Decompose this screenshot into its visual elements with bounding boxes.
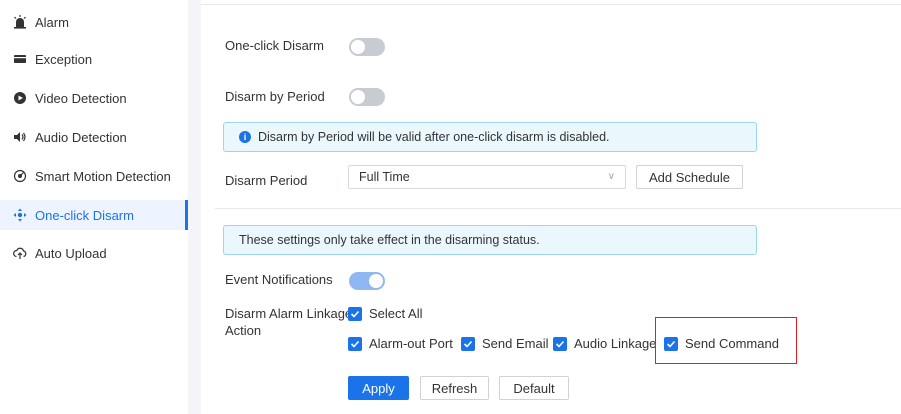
checkmark-icon [348,336,362,351]
layout-gutter [188,0,201,414]
disarm-period-value: Full Time [359,170,410,184]
sidebar-item-smart-motion-detection[interactable]: Smart Motion Detection [0,161,188,191]
chevron-down-icon: ∨ [607,171,615,182]
toggle-knob [351,40,365,54]
upload-cloud-icon [13,246,27,260]
checkmark-icon [553,336,567,351]
video-detection-icon [13,91,27,105]
checkmark-icon [461,336,475,351]
alarm-siren-icon [13,15,27,29]
one-click-disarm-toggle[interactable] [349,38,385,56]
sidebar-item-label: One-click Disarm [35,207,134,223]
sidebar-item-alarm[interactable]: Alarm [0,7,188,37]
main-panel: One-click Disarm Disarm by Period i Disa… [201,0,901,414]
default-button[interactable]: Default [499,376,569,400]
add-schedule-button[interactable]: Add Schedule [636,165,743,189]
top-divider [201,4,901,5]
checkbox-label: Alarm-out Port [369,336,453,351]
one-click-disarm-label: One-click Disarm [225,38,324,53]
alarm-out-port-checkbox[interactable]: Alarm-out Port [348,336,453,351]
refresh-button[interactable]: Refresh [420,376,489,400]
highlight-box [655,317,797,364]
sidebar-item-label: Smart Motion Detection [35,168,171,184]
toggle-knob [369,274,383,288]
sidebar-item-audio-detection[interactable]: Audio Detection [0,122,188,152]
period-notice-text: Disarm by Period will be valid after one… [258,130,610,144]
linkage-label-cont: Action [225,323,262,338]
motion-radar-icon [13,169,27,183]
checkbox-label: Audio Linkage [574,336,657,351]
apply-button[interactable]: Apply [348,376,409,400]
event-notifications-label: Event Notifications [225,272,333,287]
period-notice-banner: i Disarm by Period will be valid after o… [223,122,757,152]
section-divider [215,208,901,209]
exception-card-icon [13,52,27,66]
sidebar-item-one-click-disarm[interactable]: One-click Disarm [0,200,188,230]
disarm-move-icon [13,208,27,222]
sidebar-item-label: Auto Upload [35,245,107,261]
disarm-by-period-label: Disarm by Period [225,89,325,104]
select-all-checkbox[interactable]: Select All [348,306,422,321]
sidebar-item-label: Video Detection [35,90,127,106]
status-notice-banner: These settings only take effect in the d… [223,225,757,255]
disarm-period-label: Disarm Period [225,173,308,188]
sidebar-item-label: Audio Detection [35,129,127,145]
checkmark-icon [348,306,362,321]
disarm-period-select[interactable]: Full Time ∨ [348,165,626,189]
audio-linkage-checkbox[interactable]: Audio Linkage [553,336,656,351]
info-icon: i [239,131,251,143]
sidebar-item-exception[interactable]: Exception [0,44,188,74]
sidebar-item-label: Exception [35,51,93,67]
sidebar: Alarm Exception Video Detection Audio De… [0,0,188,414]
sidebar-item-auto-upload[interactable]: Auto Upload [0,238,188,268]
toggle-knob [351,90,365,104]
sidebar-item-video-detection[interactable]: Video Detection [0,83,188,113]
status-notice-text: These settings only take effect in the d… [239,233,540,247]
send-email-checkbox[interactable]: Send Email [461,336,548,351]
speaker-icon [13,130,27,144]
disarm-by-period-toggle[interactable] [349,88,385,106]
checkbox-label: Select All [369,306,423,321]
linkage-label: Disarm Alarm Linkage [225,306,353,321]
checkbox-label: Send Email [482,336,549,351]
sidebar-item-label: Alarm [35,14,69,30]
event-notifications-toggle[interactable] [349,272,385,290]
